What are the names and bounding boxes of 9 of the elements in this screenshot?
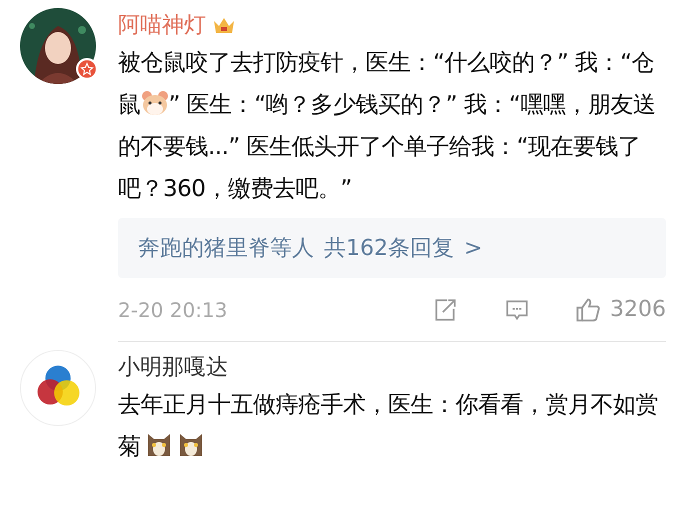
like-button[interactable]: 3206 <box>574 293 666 326</box>
comment-text: 去年正月十五做痔疮手术，医生：你看看，赏月不如赏菊 <box>118 391 659 462</box>
author-name[interactable]: 阿喵神灯 <box>118 8 206 42</box>
thumbs-up-icon <box>574 296 602 324</box>
hamster-icon <box>140 90 168 116</box>
replies-link[interactable]: 奔跑的猪里脊等人 共162条回复 > <box>118 218 666 278</box>
author-name[interactable]: 小明那嘎达 <box>118 350 228 384</box>
comment-text: 被仓鼠咬了去打防疫针，医生：“什么咬的？” 我：“仓鼠 ” 医生：“哟？多少钱买的？” 我：“嘿嘿，朋友送的不要钱...” 医生低头开了个单子给我：“现在要钱了吧？360，缴费去吧。” <box>118 49 656 204</box>
comment-time: 2-20 20:13 <box>118 296 228 324</box>
